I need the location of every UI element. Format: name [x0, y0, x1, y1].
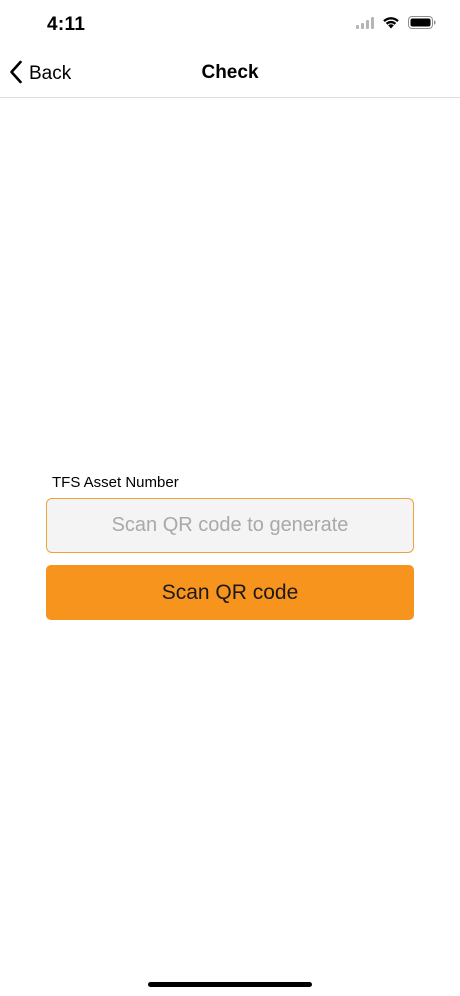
asset-number-label: TFS Asset Number	[52, 474, 179, 491]
status-bar: 4:11	[0, 0, 460, 50]
scan-qr-code-button[interactable]: Scan QR code	[46, 565, 414, 620]
wifi-icon	[382, 16, 400, 34]
home-indicator	[148, 982, 312, 987]
status-icons	[356, 16, 436, 34]
cellular-signal-icon	[356, 16, 374, 34]
navigation-bar: Back Check	[0, 50, 460, 98]
status-time: 4:11	[47, 14, 86, 35]
page-title: Check	[201, 62, 259, 83]
asset-number-input[interactable]	[46, 498, 414, 553]
battery-icon	[408, 16, 436, 34]
